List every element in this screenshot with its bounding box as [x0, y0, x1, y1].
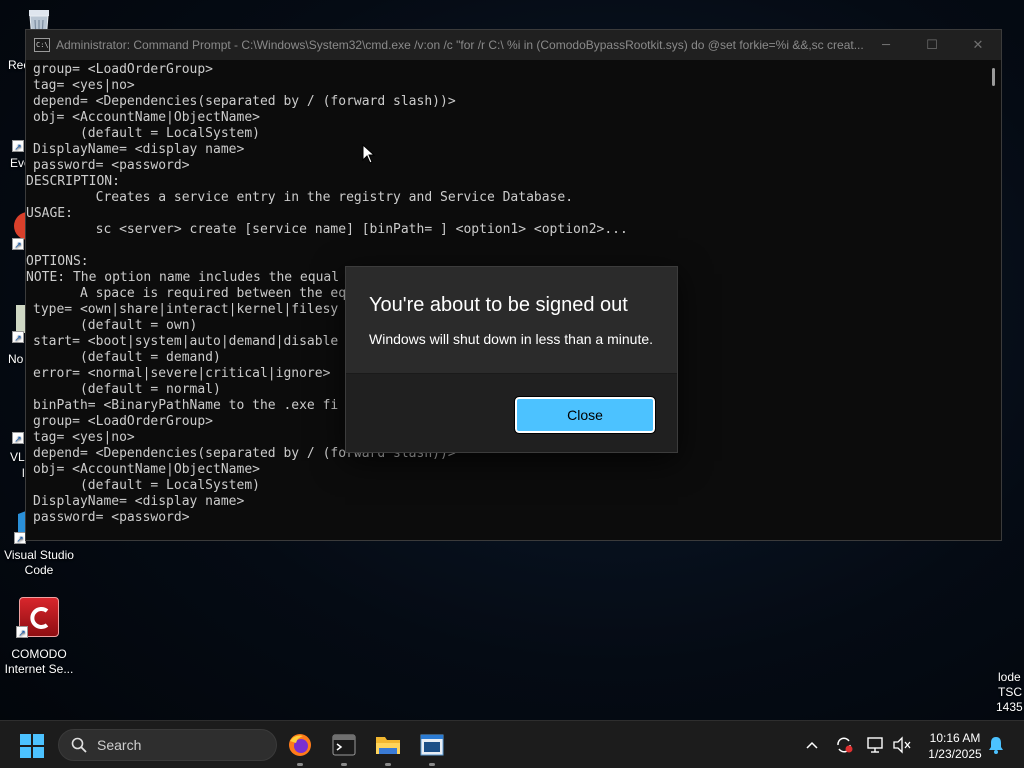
- comodo-icon: ↗: [16, 597, 59, 638]
- mouse-cursor-icon: [362, 144, 376, 164]
- tray-volume-button[interactable]: [892, 735, 912, 755]
- taskbar: Search 10:16 AM 1/23/2025: [0, 720, 1024, 768]
- watermark-line: 1435: [996, 700, 1023, 714]
- search-placeholder: Search: [97, 737, 142, 753]
- chevron-up-icon: [806, 741, 818, 749]
- console-line: (default = LocalSystem): [33, 126, 260, 141]
- taskbar-app-terminal[interactable]: [328, 729, 360, 766]
- terminal-icon: [332, 734, 356, 756]
- scrollbar[interactable]: [989, 64, 995, 534]
- console-line: password= <password>: [33, 510, 190, 525]
- bell-icon: [989, 737, 1003, 754]
- cmd-app-icon: C:\: [34, 38, 50, 52]
- running-indicator: [297, 763, 303, 766]
- console-line: USAGE:: [26, 206, 73, 221]
- firefox-icon: [289, 734, 311, 756]
- console-line: Creates a service entry in the registry …: [33, 190, 574, 205]
- taskbar-app-file-explorer[interactable]: [372, 729, 404, 766]
- console-line: obj= <AccountName|ObjectName>: [33, 462, 260, 477]
- notifications-button[interactable]: [986, 735, 1006, 755]
- notepad-app-icon: [420, 734, 444, 756]
- console-line: sc <server> create [service name] [binPa…: [33, 222, 628, 237]
- tray-sync-icon-button[interactable]: [834, 735, 854, 755]
- network-icon: [867, 737, 883, 753]
- watermark-line: TSC: [998, 685, 1022, 699]
- show-hidden-icons-button[interactable]: [802, 735, 822, 755]
- dialog-content: You're about to be signed out Windows wi…: [346, 267, 677, 373]
- windows-start-icon[interactable]: [20, 734, 44, 758]
- running-indicator: [385, 763, 391, 766]
- taskbar-search[interactable]: Search: [58, 729, 277, 761]
- console-line: password= <password>: [33, 158, 190, 173]
- desktop-icon-label: COMODO Internet Se...: [4, 647, 74, 676]
- console-line: DisplayName= <display name>: [33, 494, 245, 509]
- console-line: tag= <yes|no>: [33, 78, 135, 93]
- desktop-icon-comodo[interactable]: ↗ COMODO Internet Se...: [2, 597, 76, 676]
- window-controls: ─ ☐ ✕: [863, 30, 1001, 60]
- running-indicator: [429, 763, 435, 766]
- watermark-line: lode: [998, 670, 1021, 684]
- shortcut-arrow-icon: ↗: [12, 238, 24, 250]
- clock-date: 1/23/2025: [928, 747, 982, 761]
- dialog-message: Windows will shut down in less than a mi…: [369, 331, 654, 347]
- shortcut-arrow-icon: ↗: [12, 140, 24, 152]
- sync-icon: [837, 737, 853, 753]
- clock-time: 10:16 AM: [929, 731, 981, 745]
- taskbar-app-notepad[interactable]: [416, 729, 448, 766]
- search-icon: [71, 737, 87, 753]
- console-line: depend= <Dependencies(separated by / (fo…: [33, 94, 456, 109]
- dialog-title: You're about to be signed out: [369, 294, 628, 316]
- scroll-thumb[interactable]: [992, 68, 995, 86]
- minimize-button[interactable]: ─: [863, 30, 909, 60]
- everything-icon: ↗: [0, 140, 24, 152]
- shortcut-arrow-icon: ↗: [12, 432, 24, 444]
- console-line: DESCRIPTION:: [26, 174, 120, 189]
- console-line: (default = LocalSystem): [33, 478, 260, 493]
- taskbar-clock[interactable]: 10:16 AM 1/23/2025: [916, 730, 994, 762]
- desktop-icon-label: Visual Studio Code: [4, 548, 74, 577]
- console-line: DisplayName= <display name>: [33, 142, 245, 157]
- console-line: obj= <AccountName|ObjectName>: [33, 110, 260, 125]
- dialog-footer: Close: [346, 373, 677, 452]
- volume-muted-icon: [893, 736, 911, 754]
- close-button[interactable]: Close: [514, 396, 656, 434]
- close-window-button[interactable]: ✕: [955, 30, 1001, 60]
- maximize-button[interactable]: ☐: [909, 30, 955, 60]
- console-line: group= <LoadOrderGroup>: [33, 62, 214, 77]
- desktop-icon-label: No: [8, 352, 24, 366]
- taskbar-app-firefox[interactable]: [284, 729, 316, 766]
- folder-icon: [376, 737, 400, 754]
- cmd-titlebar[interactable]: C:\ Administrator: Command Prompt - C:\W…: [26, 30, 1001, 60]
- tray-network-button[interactable]: [866, 735, 886, 755]
- sign-out-dialog: You're about to be signed out Windows wi…: [345, 266, 678, 453]
- shortcut-arrow-icon: ↗: [16, 626, 28, 638]
- cmd-window-title: Administrator: Command Prompt - C:\Windo…: [56, 38, 863, 52]
- running-indicator: [341, 763, 347, 766]
- shortcut-arrow-icon: ↗: [12, 331, 24, 343]
